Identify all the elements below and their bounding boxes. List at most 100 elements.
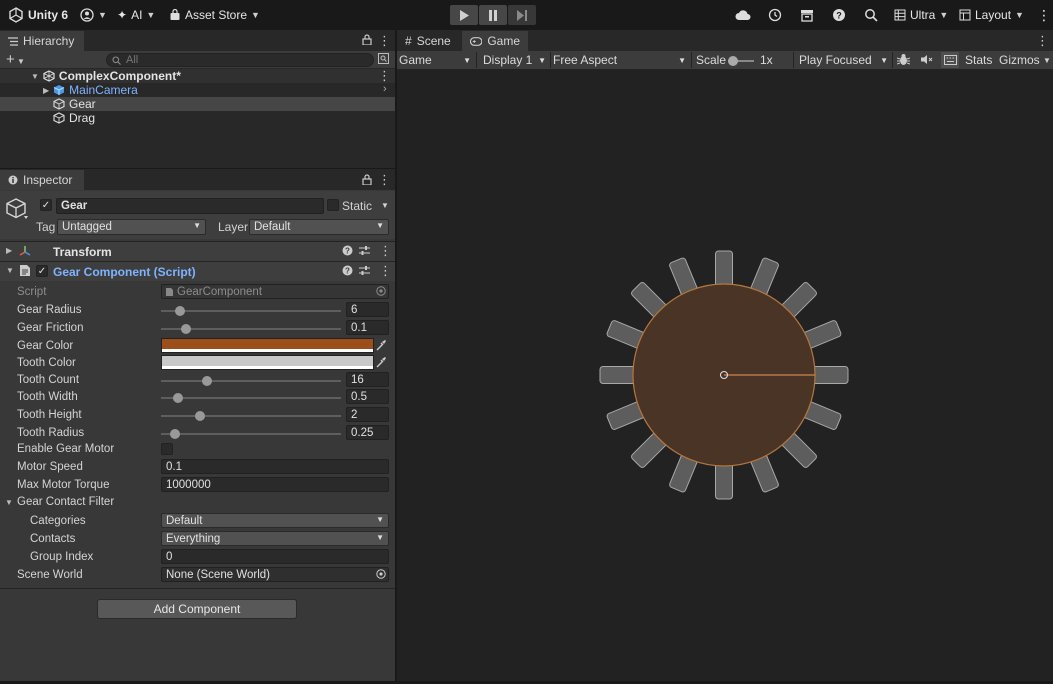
static-dropdown-chevron[interactable]: ▼ xyxy=(381,201,389,210)
asset-store-dropdown[interactable]: Asset Store ▼ xyxy=(169,0,260,30)
motor-speed-field[interactable]: 0.1 xyxy=(161,459,389,474)
tab-scene[interactable]: # Scene xyxy=(397,31,459,51)
contact-filter-foldout[interactable]: Gear Contact Filter xyxy=(17,494,114,510)
kebab-menu-icon[interactable]: ⋮ xyxy=(1036,33,1049,49)
ai-dropdown[interactable]: ✦ AI ▼ xyxy=(117,0,155,30)
categories-value: Default xyxy=(166,514,203,527)
gear-radius-field[interactable]: 6 xyxy=(346,302,389,317)
hierarchy-search-field[interactable]: All xyxy=(106,53,374,67)
kebab-menu-icon[interactable]: ⋮ xyxy=(379,263,392,279)
step-button[interactable] xyxy=(508,5,536,25)
help-icon[interactable]: ? xyxy=(342,245,353,259)
active-checkbox[interactable]: ✓ xyxy=(40,199,52,211)
layer-dropdown[interactable]: Default ▼ xyxy=(249,219,389,235)
scale-slider[interactable] xyxy=(728,56,754,66)
gear-friction-slider[interactable] xyxy=(161,324,341,334)
mute-audio-button[interactable] xyxy=(920,53,933,69)
kebab-menu-icon[interactable]: ⋮ xyxy=(378,172,391,188)
tab-hierarchy[interactable]: Hierarchy xyxy=(0,31,84,51)
group-index-field[interactable]: 0 xyxy=(161,549,389,564)
tooth-radius-slider[interactable] xyxy=(161,429,341,439)
categories-dropdown[interactable]: Default ▼ xyxy=(161,513,389,528)
quality-dropdown[interactable]: Ultra ▼ xyxy=(894,0,948,30)
enable-motor-checkbox[interactable] xyxy=(161,443,173,455)
contacts-dropdown[interactable]: Everything ▼ xyxy=(161,531,389,546)
kebab-menu-icon[interactable]: ⋮ xyxy=(378,68,391,84)
gear-tooth xyxy=(715,250,733,290)
contacts-value: Everything xyxy=(166,532,221,545)
gear-radius-slider[interactable] xyxy=(161,306,341,316)
tab-game[interactable]: Game xyxy=(462,31,528,51)
tooth-radius-field[interactable]: 0.25 xyxy=(346,425,389,440)
play-mode-dropdown[interactable]: Play Focused ▼ xyxy=(799,52,890,68)
slider-knob[interactable] xyxy=(174,306,185,316)
chevron-right-icon[interactable]: ▶ xyxy=(6,246,12,255)
add-component-button[interactable]: Add Component xyxy=(97,599,297,619)
presets-icon[interactable] xyxy=(359,265,370,279)
slider-knob[interactable] xyxy=(195,411,205,421)
debug-bug-button[interactable] xyxy=(896,53,911,69)
tooth-count-slider[interactable] xyxy=(161,376,341,386)
toolbar-more-button[interactable]: ⋮ xyxy=(1037,0,1051,30)
tooth-height-slider[interactable] xyxy=(161,411,341,421)
gear-color-field[interactable] xyxy=(161,338,374,353)
static-checkbox[interactable] xyxy=(327,199,339,211)
chevron-down-icon[interactable]: ▼ xyxy=(1043,56,1051,65)
tooth-height-field[interactable]: 2 xyxy=(346,407,389,422)
tag-dropdown[interactable]: Untagged ▼ xyxy=(57,219,206,235)
search-options-button[interactable] xyxy=(378,53,389,67)
tooth-count-field[interactable]: 16 xyxy=(346,372,389,387)
component-enabled-checkbox[interactable]: ✓ xyxy=(36,265,48,277)
help-icon[interactable]: ? xyxy=(342,265,353,279)
package-button[interactable] xyxy=(798,6,816,24)
pause-button[interactable] xyxy=(479,5,507,25)
object-picker-icon[interactable] xyxy=(376,286,386,299)
chevron-down-icon[interactable]: ▼ xyxy=(5,498,13,507)
cloud-button[interactable] xyxy=(734,6,752,24)
eyedropper-icon[interactable] xyxy=(376,356,387,371)
lock-icon[interactable] xyxy=(362,174,372,188)
tab-inspector[interactable]: Inspector xyxy=(0,170,84,190)
history-button[interactable] xyxy=(766,6,784,24)
chevron-down-icon[interactable]: ▼ xyxy=(6,266,14,275)
stats-button[interactable]: Stats xyxy=(965,52,992,68)
slider-knob[interactable] xyxy=(201,376,212,386)
gear-friction-field[interactable]: 0.1 xyxy=(346,320,389,335)
unity-menu[interactable]: Unity 6 xyxy=(8,0,68,30)
hierarchy-root-scene[interactable]: ▼ ComplexComponent* xyxy=(31,69,181,83)
layout-dropdown[interactable]: Layout ▼ xyxy=(959,0,1024,30)
gizmos-button[interactable]: Gizmos xyxy=(999,52,1040,68)
display-dropdown[interactable]: Display 1 ▼ xyxy=(483,52,548,68)
hierarchy-item-drag[interactable]: Drag xyxy=(53,111,95,125)
hierarchy-item-maincamera[interactable]: ▶ MainCamera xyxy=(43,83,138,97)
slider-knob[interactable] xyxy=(172,393,183,403)
help-button[interactable]: ? xyxy=(830,6,848,24)
eyedropper-icon[interactable] xyxy=(376,339,387,354)
account-dropdown[interactable]: ▼ xyxy=(80,0,107,30)
presets-icon[interactable] xyxy=(359,245,370,259)
aspect-value: Free Aspect xyxy=(553,53,618,67)
object-picker-icon[interactable] xyxy=(376,569,386,582)
slider-knob[interactable] xyxy=(169,429,180,439)
game-mode-dropdown[interactable]: Game ▼ xyxy=(399,52,473,68)
kebab-menu-icon[interactable]: ⋮ xyxy=(378,33,391,49)
object-name-field[interactable]: Gear xyxy=(56,198,324,214)
tooth-width-slider[interactable] xyxy=(161,393,341,403)
create-button[interactable]: + ▼ xyxy=(6,52,25,69)
scene-world-field[interactable]: None (Scene World) xyxy=(161,567,389,582)
aspect-dropdown[interactable]: Free Aspect ▼ xyxy=(553,52,688,68)
kebab-menu-icon[interactable]: ⋮ xyxy=(379,243,392,259)
quality-label: Ultra xyxy=(910,8,936,22)
max-torque-field[interactable]: 1000000 xyxy=(161,477,389,492)
hierarchy-item-gear[interactable]: Gear xyxy=(53,97,96,111)
lock-icon[interactable] xyxy=(362,34,372,48)
kebab-menu-icon: ⋮ xyxy=(1037,6,1051,23)
game-viewport[interactable] xyxy=(397,69,1053,681)
tooth-color-field[interactable] xyxy=(161,355,374,370)
tooth-width-field[interactable]: 0.5 xyxy=(346,389,389,404)
slider-knob[interactable] xyxy=(728,56,738,66)
search-button[interactable] xyxy=(862,6,880,24)
chevron-right-icon[interactable]: › xyxy=(383,83,387,95)
shortcuts-button[interactable] xyxy=(941,52,959,68)
play-button[interactable] xyxy=(450,5,478,25)
